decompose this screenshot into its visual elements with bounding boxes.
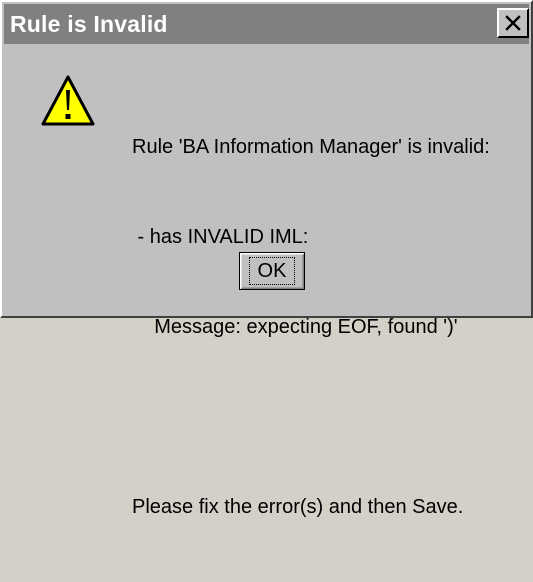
rule-invalid-dialog: Rule is Invalid Rule 'BA Information Man… (0, 0, 533, 518)
message-line: Rule 'BA Information Manager' is invalid… (132, 136, 490, 158)
dialog-title: Rule is Invalid (10, 11, 168, 37)
close-icon (505, 15, 521, 31)
message-text: Rule 'BA Information Manager' is invalid… (132, 72, 490, 582)
message-line: Please fix the error(s) and then Save. (132, 496, 464, 518)
message-line: - has INVALID IML: (132, 226, 309, 248)
message-line (132, 402, 490, 432)
title-bar[interactable]: Rule is Invalid (4, 4, 529, 44)
warning-icon (41, 75, 95, 126)
ok-button[interactable]: OK (239, 252, 305, 290)
close-button[interactable] (497, 8, 529, 38)
ok-button-label: OK (248, 257, 296, 285)
message-line: Message: expecting EOF, found ')' (132, 316, 458, 338)
